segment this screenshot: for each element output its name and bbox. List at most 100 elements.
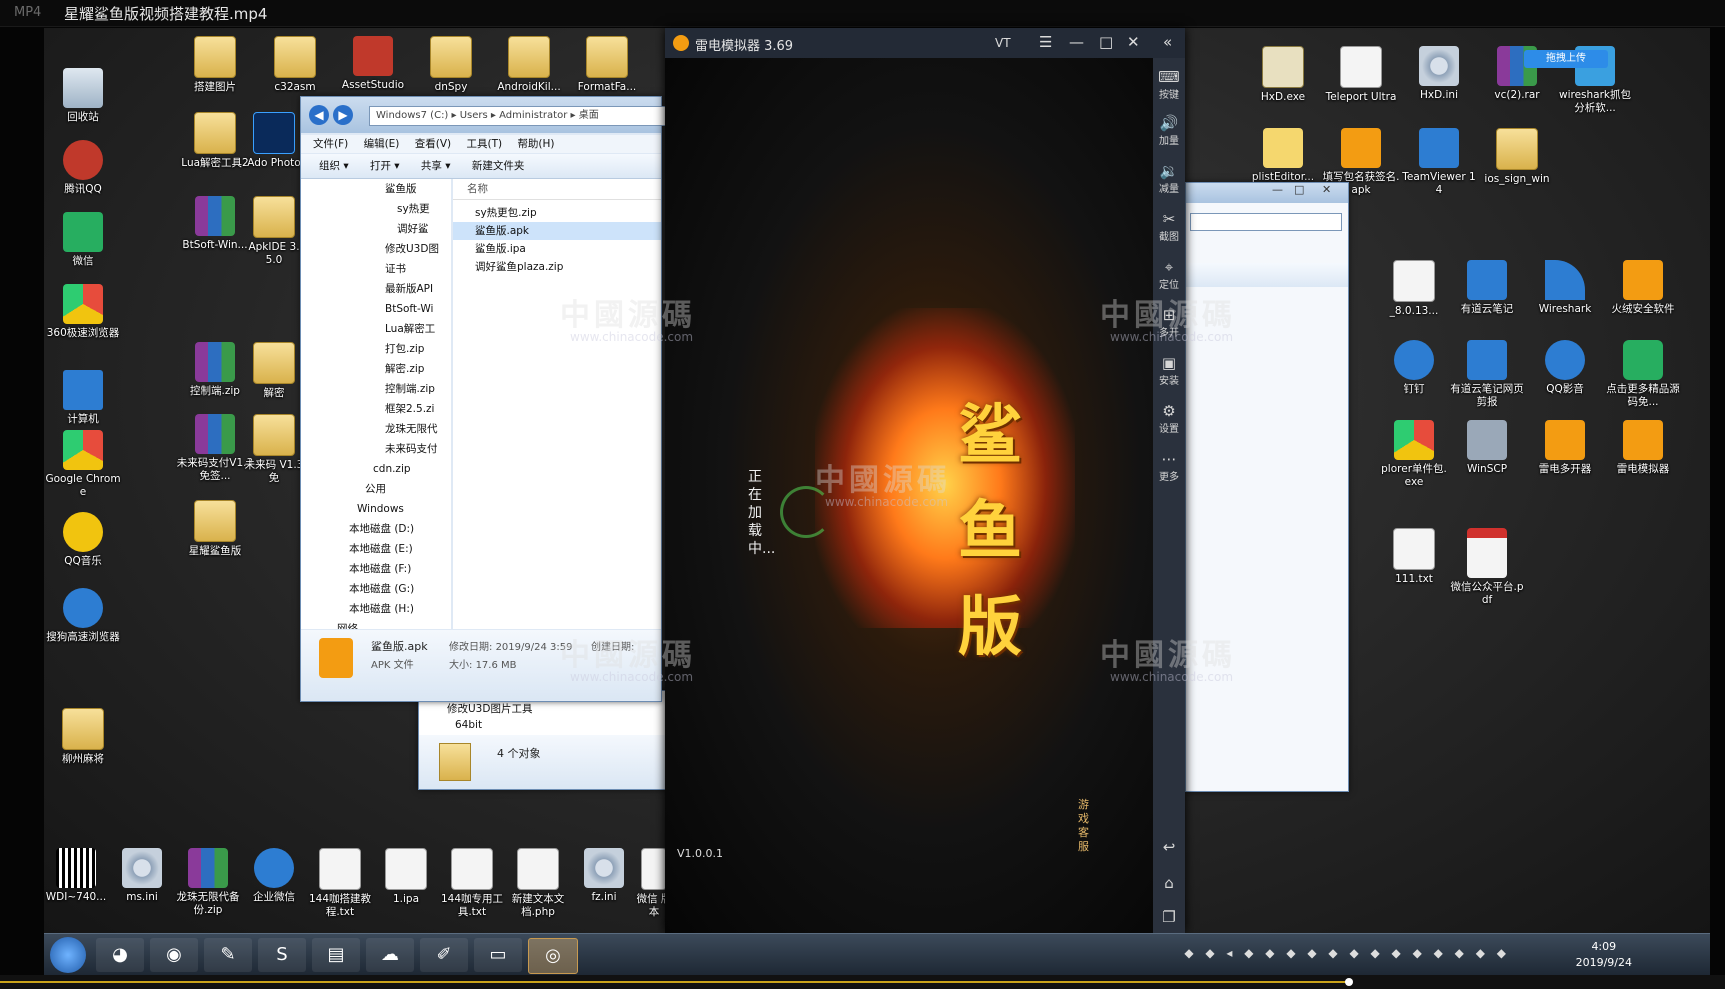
desktop-icon-fz-ini[interactable]: fz.ini	[572, 848, 636, 904]
desktop-icon-weilaima-2[interactable]: 未来码 V1.3 免	[244, 414, 304, 485]
desktop-icon-liuzhou[interactable]: 柳州麻将	[44, 708, 122, 766]
sidebar-settings[interactable]: ⚙ 设置	[1153, 402, 1185, 435]
tree-item[interactable]: 最新版API	[301, 279, 451, 299]
desktop-icon-hxd[interactable]: HxD.exe	[1244, 46, 1322, 104]
menu-file[interactable]: 文件(F)	[313, 135, 348, 153]
android-recents-button[interactable]: ❐	[1153, 908, 1185, 926]
tree-item[interactable]: 解密.zip	[301, 359, 451, 379]
taskbar-baidu-netdisk[interactable]: ☁	[366, 938, 414, 972]
clock[interactable]: 4:09 2019/9/24	[1576, 939, 1632, 971]
desktop-icon-computer[interactable]: 计算机	[44, 370, 122, 426]
taskbar-360-browser[interactable]: ◕	[96, 938, 144, 972]
desktop-icon-build-images[interactable]: 搭建图片	[176, 36, 254, 94]
desktop-icon-plisteditor[interactable]: plistEditor...	[1244, 128, 1322, 184]
address-bar[interactable]: Windows7 (C:) ▸ Users ▸ Administrator ▸ …	[369, 106, 677, 126]
desktop-icon-teleport[interactable]: Teleport Ultra	[1322, 46, 1400, 104]
sidebar-install[interactable]: ▣ 安装	[1153, 354, 1185, 387]
desktop-icon-assetstudio[interactable]: AssetStudio	[334, 36, 412, 92]
minimize-icon[interactable]: —	[1069, 33, 1084, 51]
tree-item[interactable]: 鲨鱼版	[301, 179, 451, 199]
desktop-icon-111-txt[interactable]: 111.txt	[1378, 528, 1450, 586]
system-tray[interactable]: ◆ ◆ ◂ ◆ ◆ ◆ ◆ ◆ ◆ ◆ ◆ ◆ ◆ ◆ ◆ ◆	[1184, 946, 1510, 960]
breadcrumb-drive[interactable]: Windows7 (C:)	[376, 110, 448, 121]
close-icon[interactable]: ✕	[1322, 183, 1331, 203]
desktop-icon-source-code[interactable]: 点击更多精品源码免...	[1604, 340, 1682, 409]
desktop-icon-control-zip[interactable]: 控制端.zip	[176, 342, 254, 398]
desktop-icon-photoshop[interactable]: Ado Photo	[244, 112, 304, 170]
back-subitem[interactable]: 64bit	[455, 719, 482, 731]
taskbar-explorer[interactable]: ▤	[312, 938, 360, 972]
minimize-icon[interactable]: —	[1272, 183, 1283, 203]
desktop-icon-wechat-pdf[interactable]: 微信公众平台.pdf	[1448, 528, 1526, 607]
tree-item[interactable]: 本地磁盘 (G:)	[301, 579, 451, 599]
file-row-selected[interactable]: 鲨鱼版.apk	[453, 222, 661, 240]
breadcrumb-desktop[interactable]: 桌面	[579, 110, 599, 121]
file-row[interactable]: 调好鲨鱼plaza.zip	[453, 258, 661, 276]
desktop-icon-qr[interactable]: WDI~740...	[44, 848, 108, 904]
tree-item[interactable]: Windows	[301, 499, 451, 519]
tree-item[interactable]: cdn.zip	[301, 459, 451, 479]
sidebar-keymap[interactable]: ⌨ 按键	[1153, 68, 1185, 101]
desktop-icon-qq[interactable]: 腾讯QQ	[44, 140, 122, 196]
maximize-icon[interactable]: □	[1099, 33, 1113, 51]
tree-item[interactable]: BtSoft-Wi	[301, 299, 451, 319]
desktop-icon-weilaima[interactable]: 未来码支付V1.3 免签...	[176, 414, 254, 483]
file-row[interactable]: sy热更包.zip	[453, 204, 661, 222]
organize-button[interactable]: 组织 ▾	[319, 154, 349, 178]
desktop-icon-ldplayer[interactable]: 雷电模拟器	[1604, 420, 1682, 476]
taskbar-ldplayer[interactable]: ◎	[528, 938, 578, 974]
menu-edit[interactable]: 编辑(E)	[364, 135, 400, 153]
desktop-icon-xingyao[interactable]: 星耀鲨鱼版	[176, 500, 254, 558]
column-header-name[interactable]: 名称	[453, 179, 661, 200]
breadcrumb-users[interactable]: Users	[460, 110, 488, 121]
sidebar-more[interactable]: ⋯ 更多	[1153, 450, 1185, 483]
tree-item[interactable]: sy热更	[301, 199, 451, 219]
start-button[interactable]	[50, 937, 86, 973]
desktop-icon-chrome[interactable]: Google Chrome	[44, 430, 122, 499]
explorer-window-back[interactable]: 修改U3D图片工具 64bit 4 个对象	[418, 690, 670, 790]
file-row[interactable]: 鲨鱼版.ipa	[453, 240, 661, 258]
desktop-icon-qq-music[interactable]: QQ音乐	[44, 512, 122, 568]
desktop-icon-winscp[interactable]: WinSCP	[1448, 420, 1526, 476]
desktop-icon-btsoft[interactable]: BtSoft-Win...	[176, 196, 254, 252]
tree-item[interactable]: 本地磁盘 (E:)	[301, 539, 451, 559]
desktop-icon-apkide[interactable]: ApkIDE 3.5.0	[244, 196, 304, 267]
desktop-icon-c32asm[interactable]: c32asm	[256, 36, 334, 94]
back-folder-item[interactable]: 修改U3D图片工具	[447, 701, 532, 716]
sidebar-location[interactable]: ⌖ 定位	[1153, 258, 1185, 291]
desktop-icon-formatfa[interactable]: FormatFa...	[568, 36, 646, 94]
tree-item[interactable]: 本地磁盘 (H:)	[301, 599, 451, 619]
menu-help[interactable]: 帮助(H)	[517, 135, 554, 153]
tree-item[interactable]: 证书	[301, 259, 451, 279]
forward-arrow-icon[interactable]: ▶	[333, 105, 353, 125]
taskbar-sogou[interactable]: S	[258, 938, 306, 972]
desktop-icon-qq-player[interactable]: QQ影音	[1526, 340, 1604, 396]
customer-service-button[interactable]: 游戏客服	[1078, 798, 1092, 854]
menu-tools[interactable]: 工具(T)	[466, 135, 502, 153]
desktop-icon-huorong[interactable]: 火绒安全软件	[1604, 260, 1682, 316]
taskbar-notepad[interactable]: ✐	[420, 938, 468, 972]
tree-item[interactable]: 本地磁盘 (D:)	[301, 519, 451, 539]
tree-item[interactable]: 控制端.zip	[301, 379, 451, 399]
desktop-icon-new-php[interactable]: 新建文本文档.php	[506, 848, 570, 919]
android-back-button[interactable]: ↩	[1153, 838, 1185, 856]
desktop-icon-java[interactable]: _8.0.13...	[1378, 260, 1450, 318]
new-folder-button[interactable]: 新建文件夹	[472, 154, 525, 178]
desktop-icon-dnspy[interactable]: dnSpy	[412, 36, 490, 94]
right-search-box[interactable]	[1190, 213, 1342, 231]
desktop-icon-explorer-exe[interactable]: plorer单件包.exe	[1378, 420, 1450, 489]
share-button[interactable]: 共享 ▾	[421, 154, 451, 178]
desktop-icon-hxd-ini[interactable]: HxD.ini	[1400, 46, 1478, 102]
tree-item[interactable]: 调好鲨	[301, 219, 451, 239]
menu-hamburger-icon[interactable]: ☰	[1039, 33, 1052, 51]
desktop-icon-youdao[interactable]: 有道云笔记	[1448, 260, 1526, 316]
tree-item[interactable]: 未来码支付	[301, 439, 451, 459]
maximize-icon[interactable]: □	[1294, 183, 1304, 203]
tree-item[interactable]: 龙珠无限代	[301, 419, 451, 439]
tree-item[interactable]: 公用	[301, 479, 451, 499]
desktop-icon-1-ipa[interactable]: 1.ipa	[374, 848, 438, 906]
tree-item[interactable]: 打包.zip	[301, 339, 451, 359]
desktop-icon-ios-sign[interactable]: ios_sign_win	[1478, 128, 1556, 186]
desktop-icon-wecom[interactable]: 企业微信	[242, 848, 306, 904]
tree-item[interactable]: Lua解密工	[301, 319, 451, 339]
